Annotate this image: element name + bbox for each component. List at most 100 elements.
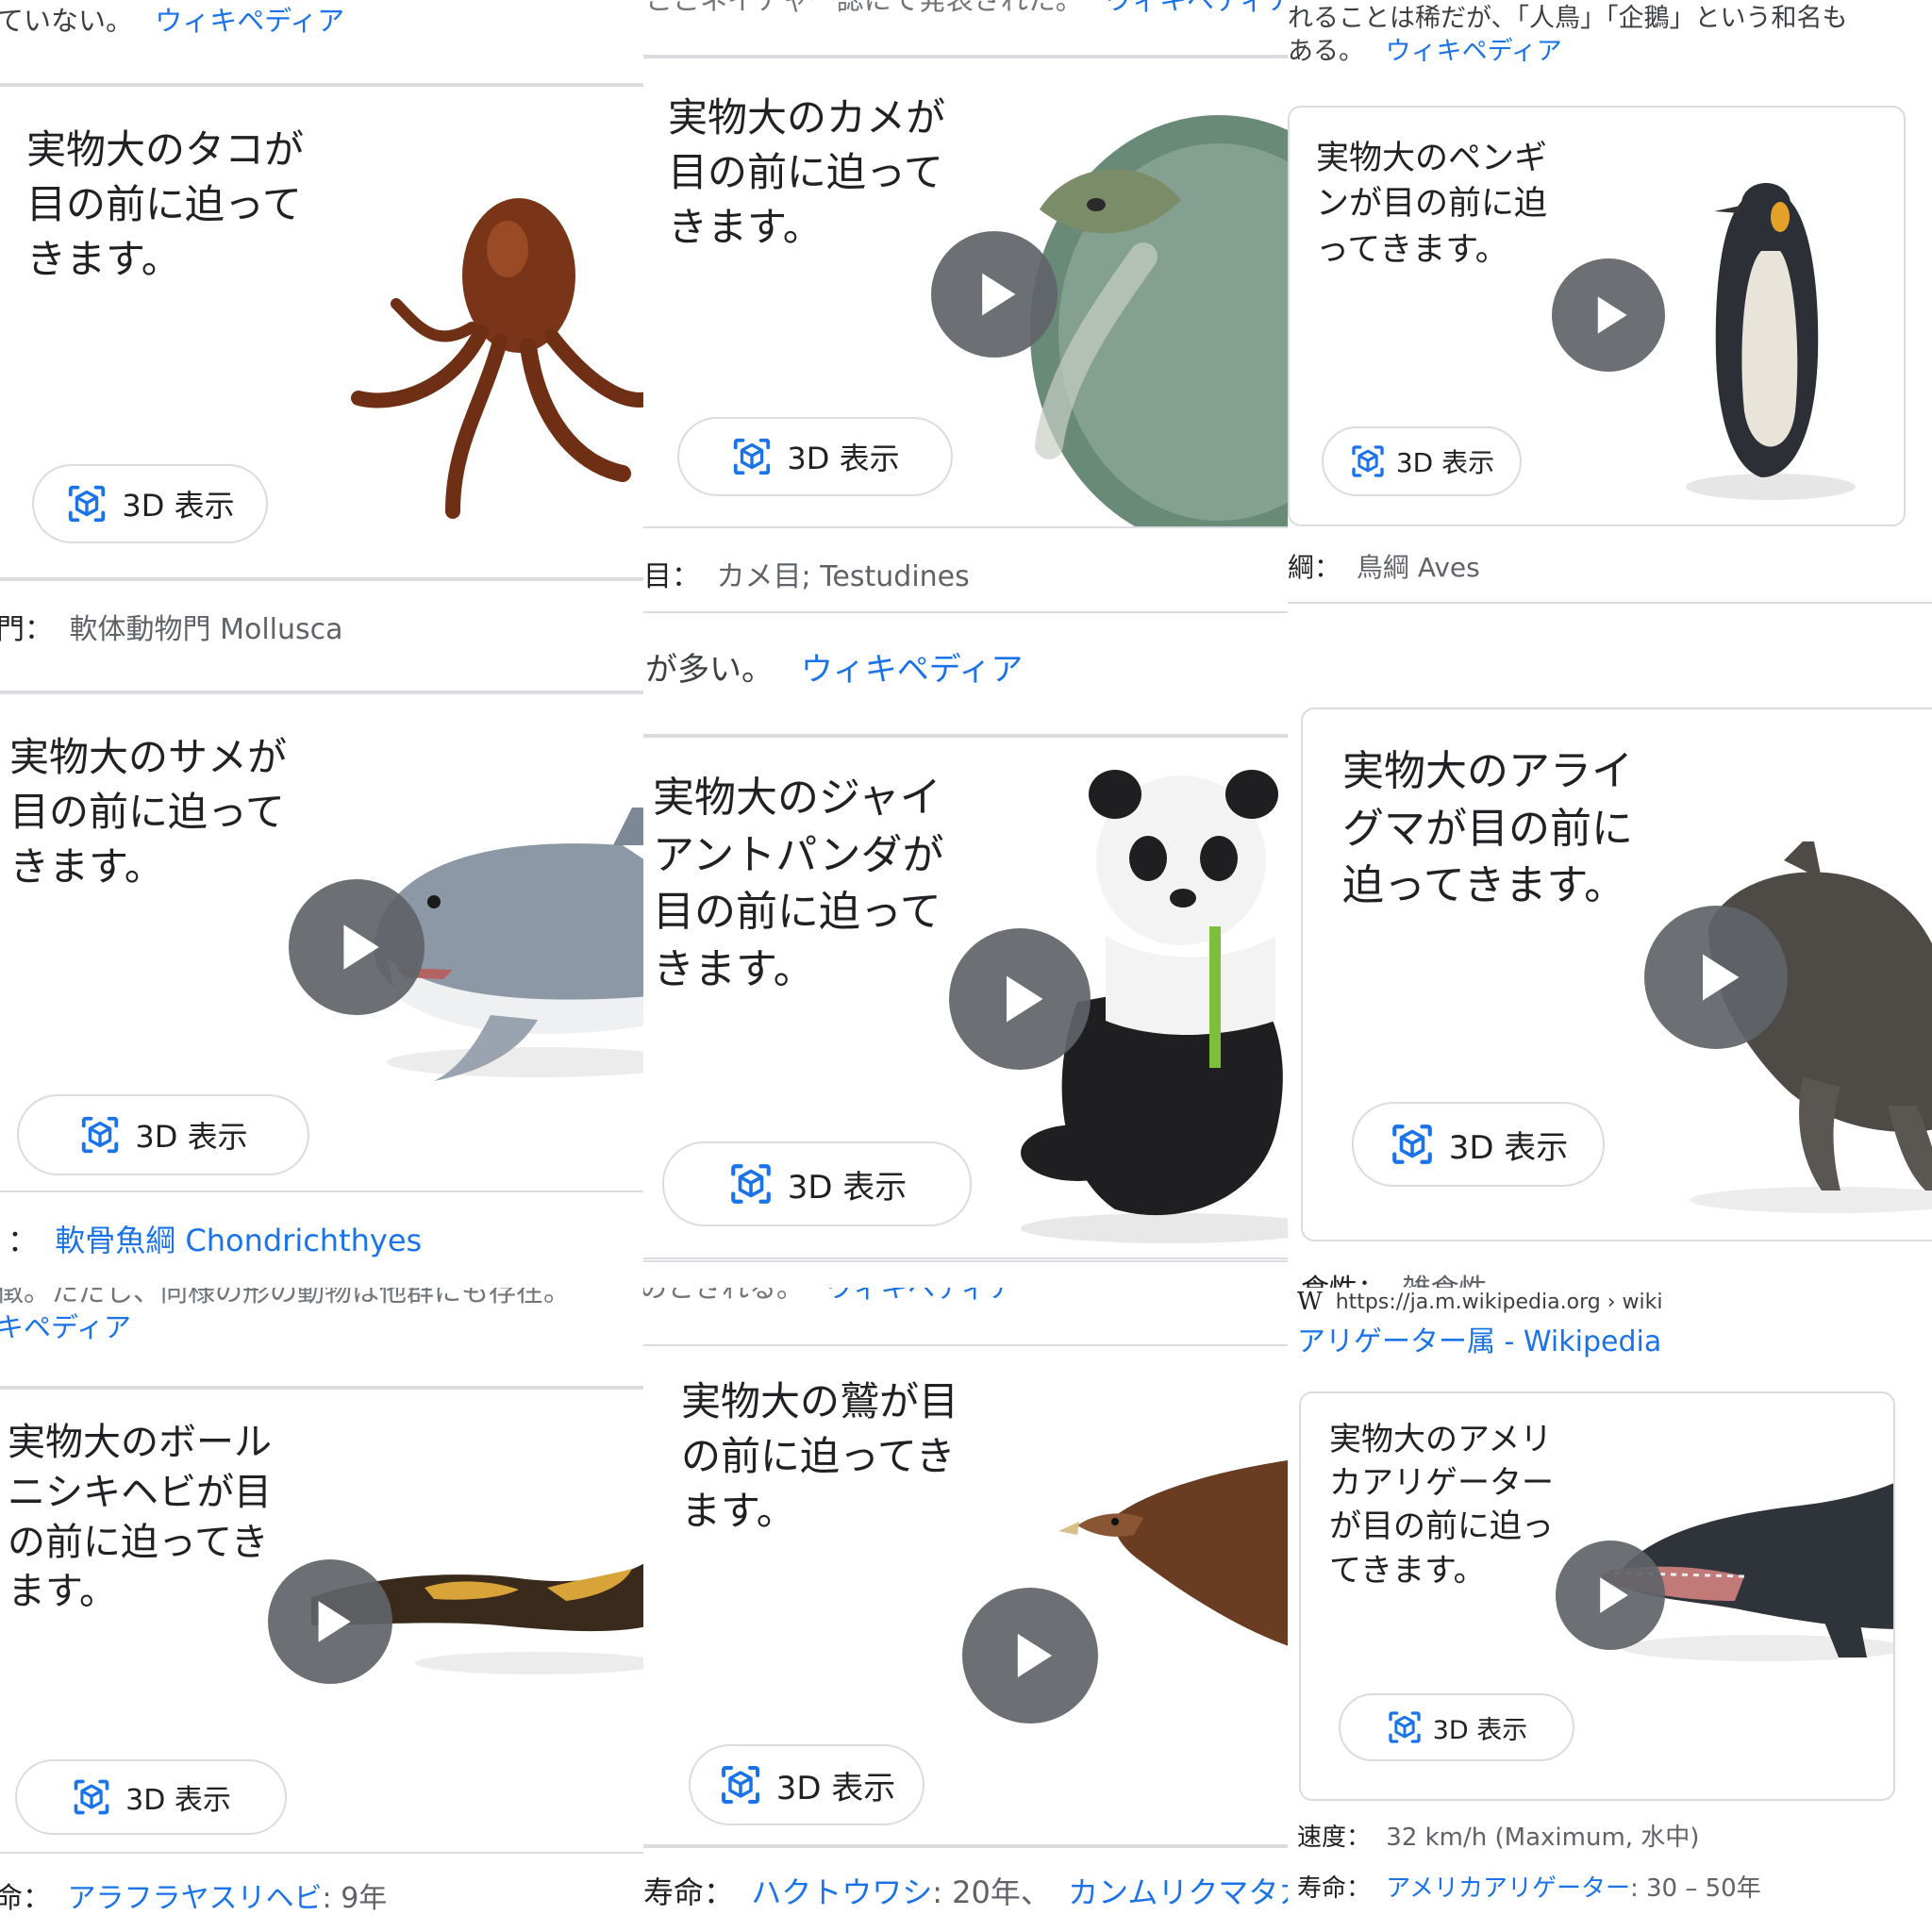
- wikipedia-logo-icon: W: [1297, 1288, 1323, 1316]
- play-button[interactable]: [1556, 1541, 1665, 1650]
- view-in-3d-label: 3D 表示: [125, 1784, 231, 1817]
- card-text: 実物大のタコが 目の前に迫って きます。: [26, 126, 305, 282]
- fact-link[interactable]: アメリカアリゲーター: [1386, 1874, 1630, 1903]
- fact-value: カメ目; Testudines: [716, 560, 970, 593]
- view-in-3d-label: 3D 表示: [1395, 447, 1495, 478]
- snippet-text: れることは稀だが、「人鳥」「企鵝」という和名も ある。 ウィキペディア: [1288, 4, 1848, 67]
- divider: [0, 1852, 643, 1854]
- ar-card[interactable]: 実物大のボール ニシキヘビが目 の前に迫ってき ます。 3D 表示: [0, 1388, 643, 1854]
- fact-value: 雑食性: [1403, 1274, 1488, 1288]
- play-icon: [301, 1592, 359, 1651]
- view-in-3d-button[interactable]: 3D 表示: [1322, 426, 1522, 496]
- wikipedia-link[interactable]: ウィキペディア: [1105, 0, 1288, 16]
- wikipedia-link[interactable]: ウィキペディア: [155, 5, 344, 37]
- play-button[interactable]: [1644, 906, 1788, 1049]
- url-text: https://ja.m.wikipedia.org › wiki: [1335, 1290, 1663, 1314]
- play-button[interactable]: [289, 879, 425, 1015]
- play-button[interactable]: [962, 1588, 1098, 1724]
- wikipedia-link[interactable]: キペディア: [0, 1310, 571, 1346]
- fact-row: 食性： 雑食性: [1301, 1266, 1488, 1288]
- view-in-3d-label: 3D 表示: [122, 488, 235, 524]
- divider: [1288, 602, 1932, 604]
- view-in-3d-label: 3D 表示: [775, 1769, 896, 1807]
- view-in-3d-button[interactable]: 3D 表示: [32, 464, 268, 543]
- ar-cube-icon: [1389, 1121, 1436, 1168]
- card-text: 実物大のペンギ ンが目の前に迫 ってきます。: [1316, 140, 1548, 269]
- view-in-3d-label: 3D 表示: [787, 441, 900, 476]
- card-text: 実物大のカメが 目の前に迫って きます。: [668, 94, 946, 250]
- play-icon: [999, 1624, 1061, 1687]
- card-text: 実物大のアライ グマが目の前に 迫ってきます。: [1342, 747, 1633, 910]
- view-in-3d-label: 3D 表示: [1448, 1128, 1569, 1167]
- play-button[interactable]: [1552, 258, 1665, 372]
- ar-card[interactable]: 実物大のペンギ ンが目の前に迫 ってきます。 3D 表示: [1288, 106, 1906, 526]
- ar-card[interactable]: 実物大のカメが 目の前に迫って きます。 3D 表示: [643, 57, 1288, 528]
- view-in-3d-button[interactable]: 3D 表示: [662, 1141, 972, 1226]
- fact-value: 鳥綱 Aves: [1356, 552, 1480, 583]
- view-in-3d-button[interactable]: 3D 表示: [1339, 1693, 1574, 1761]
- fact-key: ：: [8, 1223, 39, 1258]
- snippet-text: 徴。ただし、同様の形の動物は他群にも存在。 キペディア: [0, 1288, 571, 1345]
- fact-value: : 30 – 50年: [1629, 1874, 1761, 1903]
- wikipedia-link[interactable]: ウィキペディア: [801, 651, 1024, 689]
- play-icon: [325, 915, 389, 979]
- panel-shark: 実物大のサメが 目の前に迫って きます。 3D 表示 ： 軟骨魚綱 Chondr…: [0, 643, 643, 1288]
- fact-link[interactable]: アラフラヤスリヘビ: [68, 1882, 323, 1915]
- fact-row: 門： 軟体動物門 Mollusca: [0, 606, 343, 643]
- fact-row-lifespan: 寿命： アメリカアリゲーター: 30 – 50年: [1297, 1869, 1761, 1904]
- penguin-image: [1686, 183, 1856, 500]
- play-icon: [1582, 289, 1635, 341]
- wikipedia-link[interactable]: ウィキペディア: [1386, 37, 1562, 66]
- ar-cube-icon: [71, 1776, 112, 1818]
- play-button[interactable]: [268, 1559, 392, 1684]
- fact-row: 目： カメ目; Testudines: [643, 553, 970, 594]
- fact-key: 寿命：: [643, 1874, 735, 1910]
- fact-row: 綱： 鳥綱 Aves: [1288, 547, 1480, 585]
- ar-card[interactable]: 実物大のアライ グマが目の前に 迫ってきます。 3D 表示: [1301, 708, 1932, 1241]
- ar-card[interactable]: 実物大のアメリ カアリゲーター が目の前に迫っ てきます。 3D 表示: [1299, 1391, 1895, 1801]
- fact-row: 寿命： ハクトウワシ: 20年、 カンムリクマタカ: [643, 1869, 1288, 1912]
- ar-card[interactable]: 実物大のサメが 目の前に迫って きます。 3D 表示: [0, 692, 643, 1192]
- ar-cube-icon: [78, 1113, 122, 1157]
- fact-key: 速度：: [1297, 1824, 1372, 1852]
- ar-cube-icon: [727, 1160, 774, 1208]
- view-in-3d-button[interactable]: 3D 表示: [15, 1759, 287, 1835]
- divider: [643, 1260, 1288, 1262]
- fact-value: 軟体動物門 Mollusca: [69, 613, 343, 643]
- fact-key: 食性：: [1301, 1274, 1386, 1288]
- ar-card[interactable]: 実物大のタコが 目の前に迫って きます。 3D 表示: [0, 85, 643, 579]
- fact-link[interactable]: ハクトウワシ: [751, 1874, 932, 1910]
- view-in-3d-button[interactable]: 3D 表示: [677, 417, 953, 496]
- view-in-3d-label: 3D 表示: [787, 1168, 908, 1207]
- ar-cube-icon: [1386, 1708, 1424, 1746]
- wikipedia-link[interactable]: ウィキペディア: [825, 1288, 1015, 1304]
- result-title-link[interactable]: アリゲーター属 - Wikipedia: [1297, 1324, 1661, 1360]
- view-in-3d-button[interactable]: 3D 表示: [1352, 1102, 1605, 1187]
- view-in-3d-button[interactable]: 3D 表示: [17, 1094, 309, 1175]
- card-text: 実物大のサメが 目の前に迫って きます。: [9, 734, 288, 890]
- panel-panda: が多い。 ウィキペディア 実物大のジャイ アントパンダが 目の前に迫って きます…: [643, 643, 1288, 1288]
- fact-row: 命： アラフラヤスリヘビ: 9年: [0, 1874, 387, 1916]
- fact-key: 命：: [0, 1882, 51, 1915]
- ar-card[interactable]: 実物大のジャイ アントパンダが 目の前に迫って きます。 3D 表示: [643, 736, 1288, 1259]
- panel-turtle: ここネイチャー誌にて発表された。 ウィキペディア 実物大のカメが 目の前に迫って…: [643, 0, 1288, 643]
- play-icon: [1585, 1570, 1636, 1621]
- snippet-text: が多い。 ウィキペディア: [645, 651, 1024, 689]
- play-icon: [987, 966, 1053, 1032]
- panel-alligator: W https://ja.m.wikipedia.org › wiki アリゲー…: [1288, 1288, 1932, 1932]
- fact-link[interactable]: 軟骨魚綱 Chondrichthyes: [55, 1223, 422, 1258]
- fact-value: : 20年、: [932, 1874, 1051, 1910]
- fact-link[interactable]: カンムリクマタカ: [1068, 1874, 1288, 1910]
- panel-eagle: のとされる。 ウィキペディア 実物大の鷲が目 の前に迫ってき ます。 3D 表示…: [643, 1288, 1288, 1932]
- play-icon: [1683, 944, 1749, 1010]
- snippet-text: ここネイチャー誌にて発表された。 ウィキペディア: [645, 0, 1288, 19]
- play-button[interactable]: [931, 231, 1058, 358]
- play-button[interactable]: [949, 928, 1091, 1070]
- view-in-3d-label: 3D 表示: [135, 1119, 248, 1155]
- view-in-3d-button[interactable]: 3D 表示: [689, 1744, 924, 1825]
- fact-key: 寿命：: [1297, 1874, 1372, 1903]
- card-text: 実物大のボール ニシキヘビが目 の前に迫ってき ます。: [8, 1421, 272, 1614]
- ar-cube-icon: [730, 435, 774, 478]
- ar-cube-icon: [718, 1762, 763, 1807]
- ar-card[interactable]: 実物大の鷲が目 の前に迫ってき ます。 3D 表示: [643, 1344, 1288, 1846]
